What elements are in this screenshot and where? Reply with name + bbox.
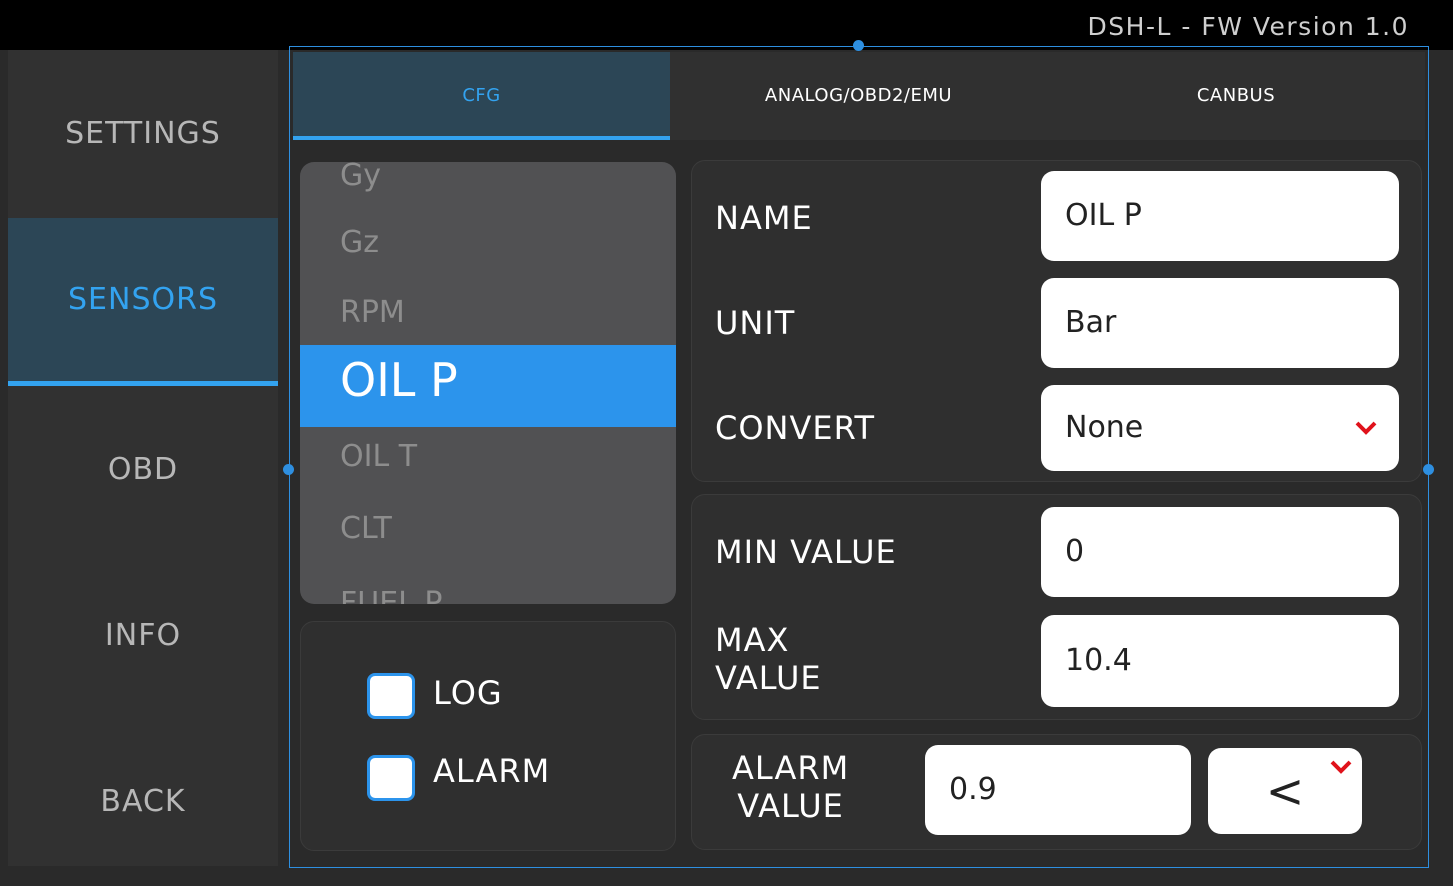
sidebar-item-info[interactable]: INFO — [8, 552, 278, 720]
sidebar-item-settings[interactable]: SETTINGS — [8, 50, 278, 218]
resize-handle-left[interactable] — [283, 464, 294, 475]
selection-frame — [289, 46, 1429, 868]
sidebar-item-sensors[interactable]: SENSORS — [8, 218, 278, 386]
title-bar: DSH-L - FW Version 1.0 — [0, 0, 1453, 50]
sidebar: SETTINGS SENSORS OBD INFO BACK — [8, 50, 278, 866]
resize-handle-top[interactable] — [853, 40, 864, 51]
sidebar-item-obd[interactable]: OBD — [8, 386, 278, 554]
sidebar-item-back[interactable]: BACK — [8, 718, 278, 886]
firmware-version: DSH-L - FW Version 1.0 — [1087, 12, 1409, 41]
resize-handle-right[interactable] — [1423, 464, 1434, 475]
